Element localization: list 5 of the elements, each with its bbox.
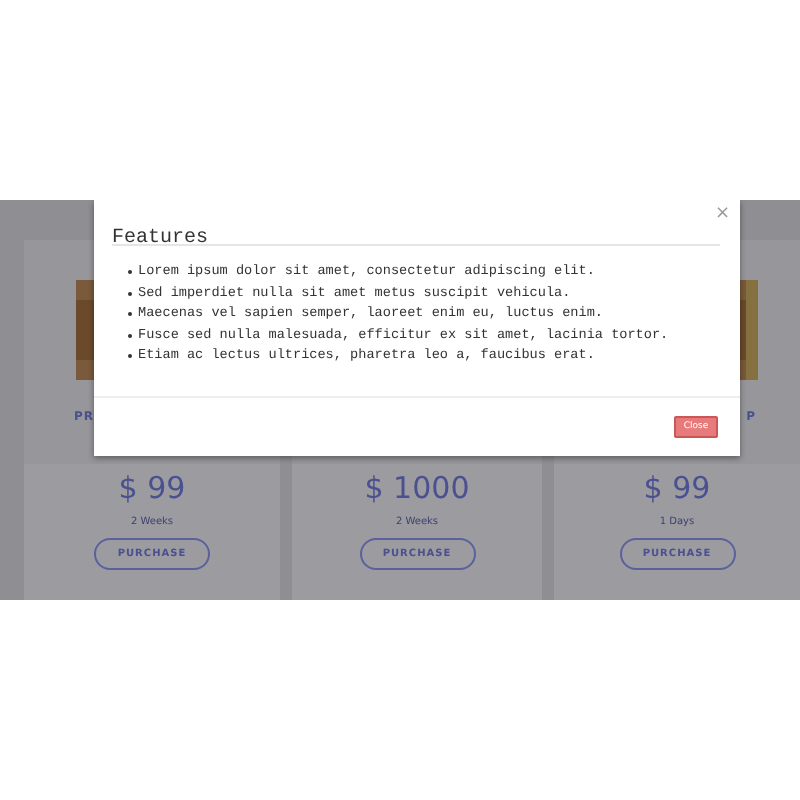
dialog-title: Features [112, 228, 209, 250]
price: $ 99 [643, 470, 711, 506]
close-icon[interactable]: × [714, 204, 730, 224]
price: $ 1000 [364, 470, 470, 506]
price: $ 99 [118, 470, 186, 506]
